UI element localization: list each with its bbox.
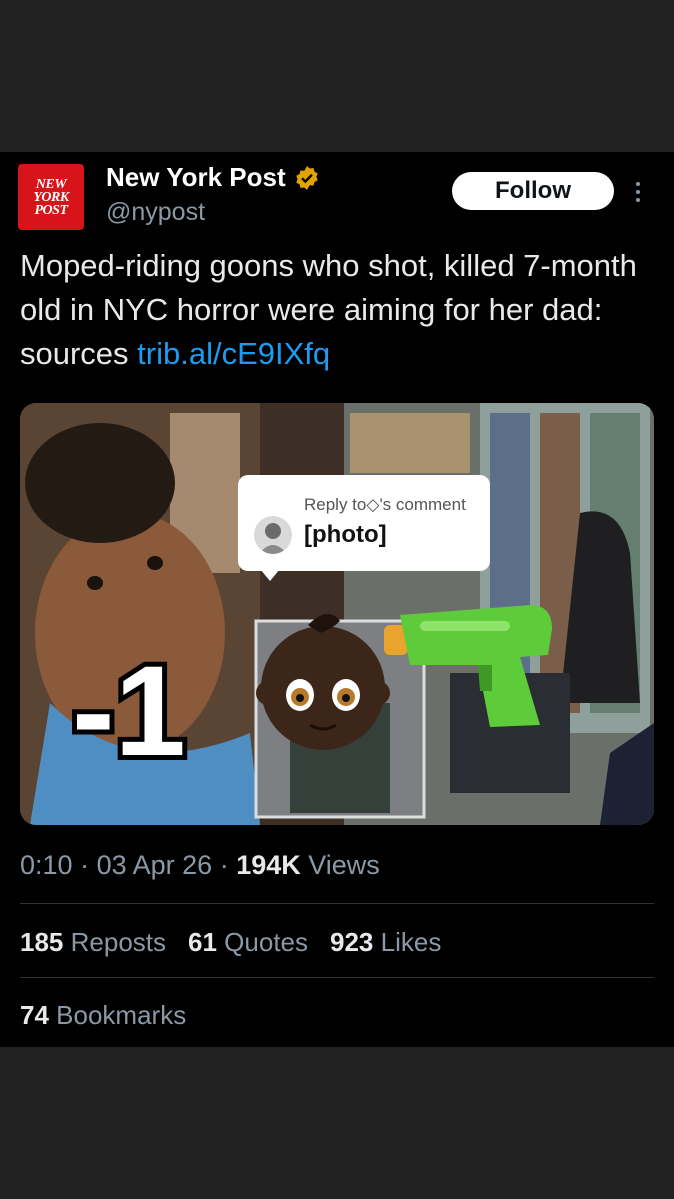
minus-one-sticker: -1 (72, 635, 191, 780)
divider (20, 977, 654, 978)
nypost-logo: NEW YORK POST (24, 178, 78, 218)
water-pistol-emoji-icon (384, 605, 552, 727)
quotes-stat[interactable]: 61 Quotes (188, 927, 308, 958)
sticker-text: -1 (72, 640, 186, 780)
author-name-row: New York Post (106, 162, 320, 193)
post-date[interactable]: 03 Apr 26 (97, 850, 213, 880)
verified-badge-icon (295, 165, 318, 190)
tweet-meta: 0:10 · 03 Apr 26 · 194K Views (20, 850, 380, 881)
engagement-stats: 185 Reposts 61 Quotes 923 Likes (20, 927, 441, 958)
quotes-count: 61 (188, 927, 217, 957)
tweet-video[interactable]: -1 (20, 403, 654, 825)
bookmarks-stat[interactable]: 74 Bookmarks (20, 1000, 186, 1031)
tweet-link[interactable]: trib.al/cE9IXfq (137, 336, 330, 371)
likes-stat[interactable]: 923 Likes (330, 927, 441, 958)
baby-emoji-icon (256, 613, 390, 750)
author-handle[interactable]: @nypost (106, 198, 205, 227)
bookmarks-count: 74 (20, 1000, 49, 1030)
reposts-stat[interactable]: 185 Reposts (20, 927, 166, 958)
reply-comment-bubble[interactable]: Reply to◇'s comment [photo] (238, 475, 490, 581)
author-name[interactable]: New York Post (106, 162, 286, 193)
more-options-icon[interactable] (628, 178, 648, 206)
divider (20, 903, 654, 904)
logo-line-3: POST (34, 203, 69, 218)
bubble-tail (260, 569, 280, 581)
separator: · (219, 850, 237, 880)
video-time: 0:10 (20, 850, 73, 880)
likes-label: Likes (380, 927, 442, 957)
reposts-count: 185 (20, 927, 64, 957)
likes-count: 923 (330, 927, 374, 957)
bookmarks-label: Bookmarks (56, 1000, 187, 1030)
follow-button[interactable]: Follow (452, 172, 614, 210)
quotes-label: Quotes (224, 927, 308, 957)
commenter-avatar (254, 516, 292, 554)
reply-to-label: Reply to◇'s comment (304, 495, 466, 514)
tweet-card: NEW YORK POST New York Post @nypost Foll… (0, 152, 674, 1047)
reposts-label: Reposts (70, 927, 167, 957)
views-label: Views (308, 850, 380, 880)
views-count: 194K (236, 850, 301, 880)
tweet-text: Moped-riding goons who shot, killed 7-mo… (20, 244, 660, 376)
separator: · (80, 850, 97, 880)
reply-content: [photo] (304, 521, 387, 548)
nypost-avatar[interactable]: NEW YORK POST (18, 164, 84, 230)
